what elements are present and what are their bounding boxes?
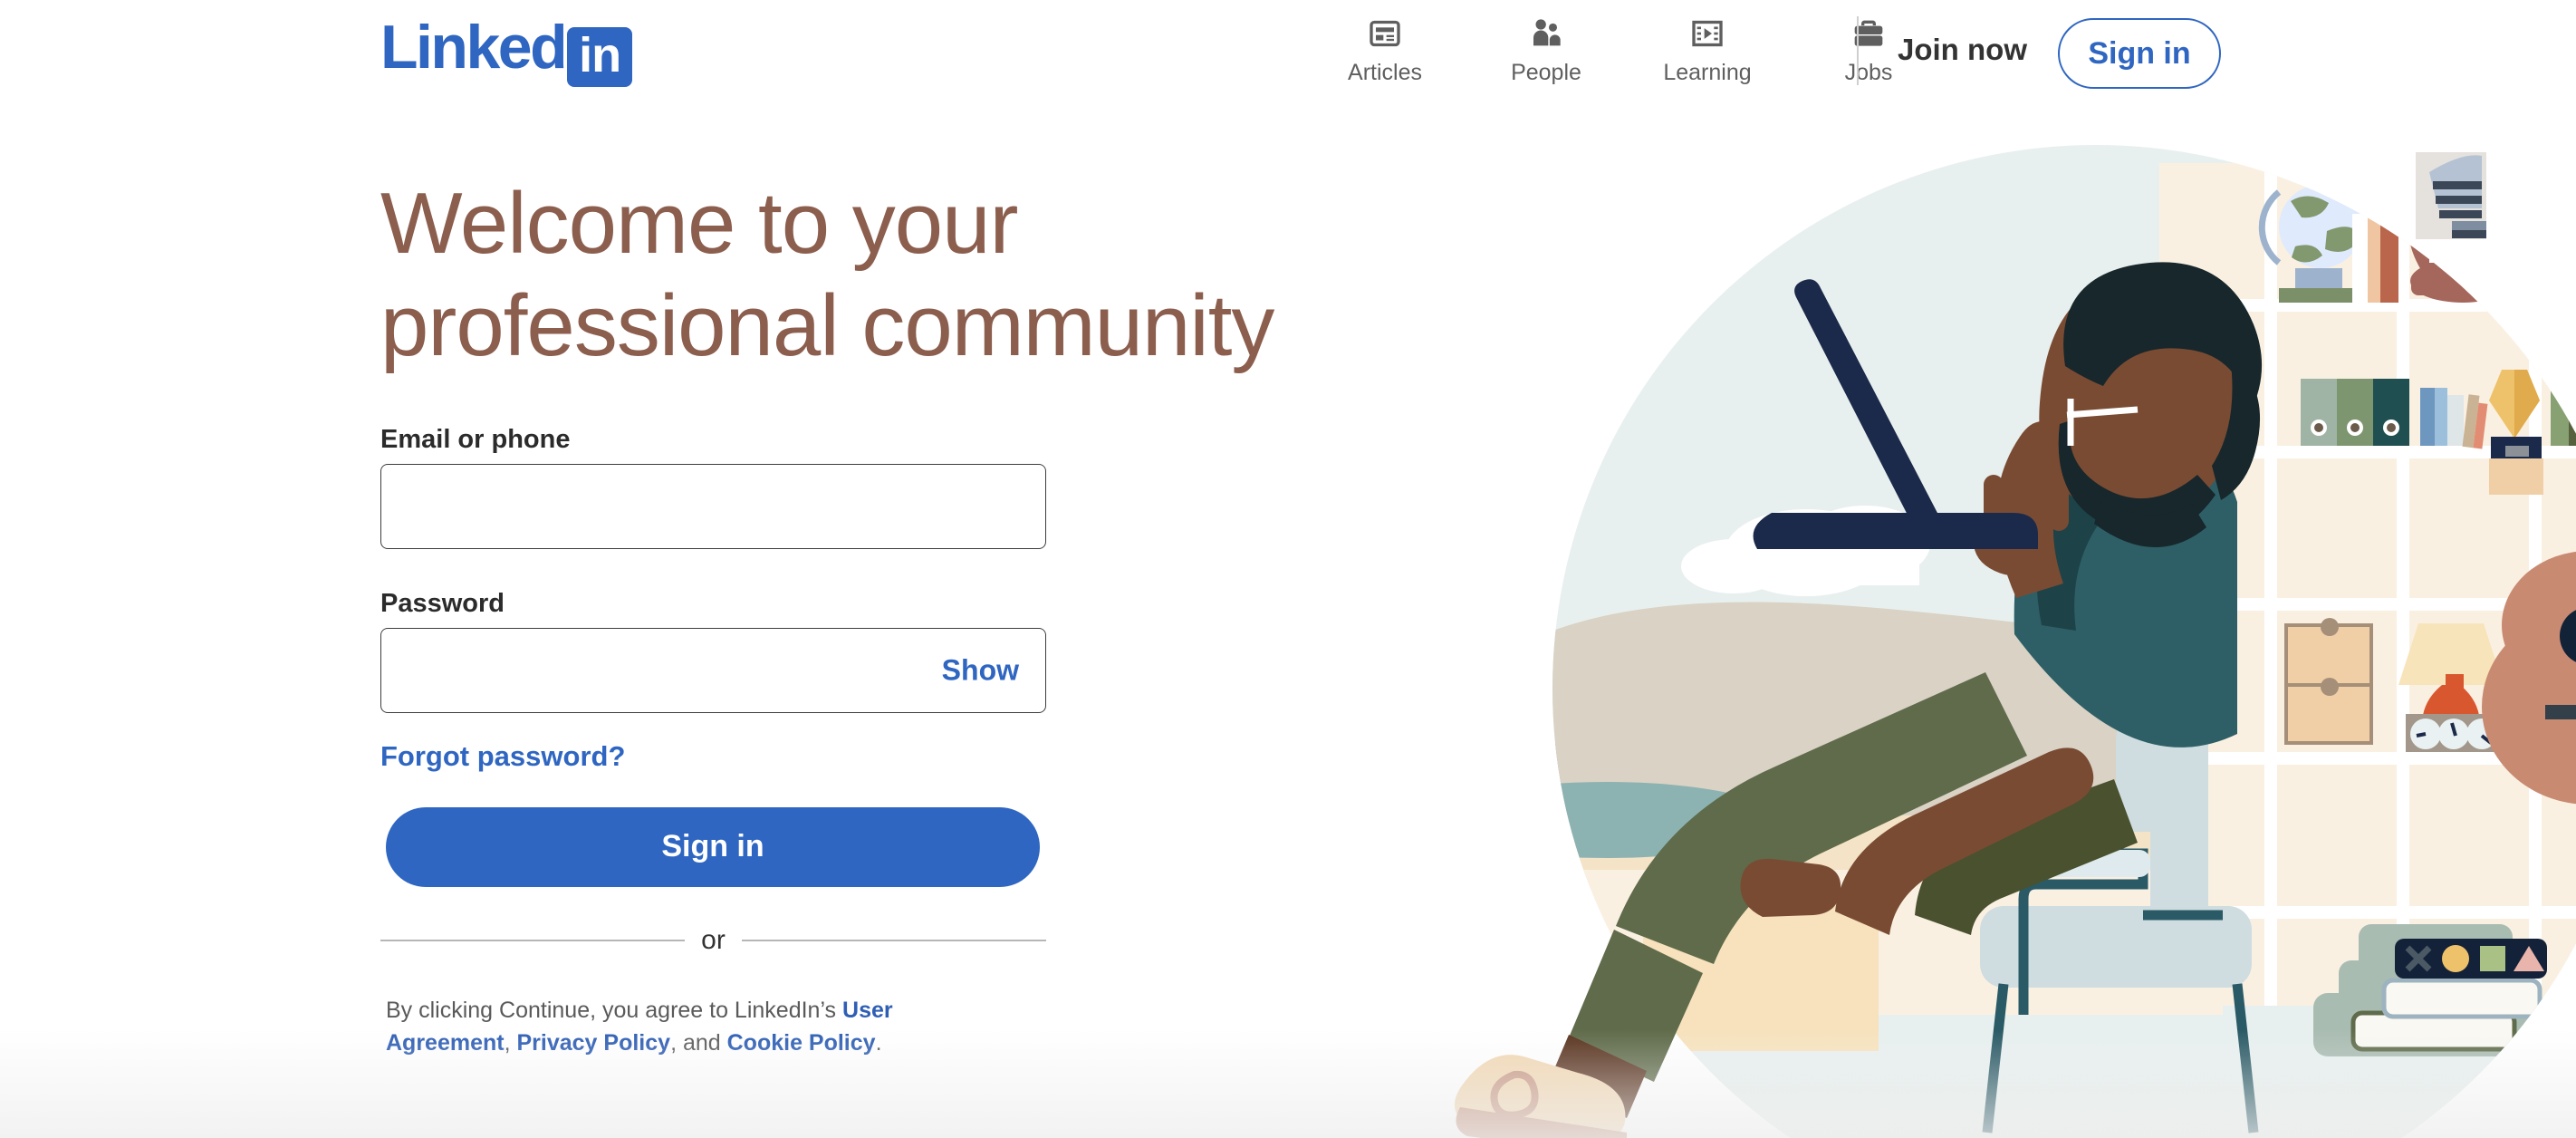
primary-nav: Articles People Learning Jobs <box>1331 13 1922 86</box>
password-field-wrap: Show <box>380 627 1046 713</box>
email-field-wrap <box>380 463 1046 549</box>
legal-comma-2: , and <box>670 1029 727 1056</box>
laptop <box>1753 279 2038 549</box>
nav-item-articles[interactable]: Articles <box>1331 13 1438 86</box>
hero-illustration <box>1455 145 2576 1138</box>
join-now-link[interactable]: Join now <box>1898 33 2027 67</box>
table-lamp <box>2398 623 2504 752</box>
binders <box>2301 379 2409 446</box>
cat <box>2408 206 2525 303</box>
email-field-label: Email or phone <box>380 424 571 454</box>
books-and-award <box>2420 370 2543 495</box>
legal-comma-1: , <box>504 1029 517 1056</box>
logo-in-badge: in <box>567 27 633 87</box>
learning-icon <box>1689 13 1725 54</box>
drawer-unit <box>2284 618 2373 745</box>
forgot-password-link[interactable]: Forgot password? <box>380 740 625 773</box>
people-icon <box>1528 13 1564 54</box>
header-sign-in-button[interactable]: Sign in <box>2058 18 2221 89</box>
book-stack <box>2313 924 2547 1056</box>
person-and-chair <box>1455 262 2263 1138</box>
password-field-label: Password <box>380 588 505 618</box>
page-headline: Welcome to your professional community <box>380 175 1274 375</box>
nav-label-people: People <box>1511 60 1581 85</box>
legal-period: . <box>875 1029 882 1056</box>
cookie-policy-link[interactable]: Cookie Policy <box>727 1030 876 1056</box>
sign-in-form: Email or phone Password Show Forgot pass… <box>380 425 1046 1060</box>
nav-label-articles: Articles <box>1348 60 1422 85</box>
jobs-icon <box>1850 13 1887 54</box>
guitar <box>2482 159 2576 805</box>
or-label: or <box>701 924 726 955</box>
privacy-policy-link[interactable]: Privacy Policy <box>517 1030 671 1056</box>
show-password-button[interactable]: Show <box>935 650 1026 690</box>
or-line-left <box>380 939 686 941</box>
nav-label-learning: Learning <box>1663 60 1752 85</box>
globe <box>2258 185 2362 303</box>
nav-item-learning[interactable]: Learning <box>1654 13 1761 86</box>
header-divider <box>1857 16 1859 85</box>
articles-icon <box>1367 13 1403 54</box>
picture-frame <box>2416 152 2487 263</box>
site-header: Linked in Articles People Learning Jobs … <box>0 0 2576 109</box>
email-input[interactable] <box>380 463 1046 549</box>
ball-tray <box>2406 714 2500 752</box>
legal-prefix: By clicking Continue, you agree to Linke… <box>386 997 843 1023</box>
linkedin-logo[interactable]: Linked in <box>380 13 633 87</box>
or-divider: or <box>380 925 1046 956</box>
or-line-right <box>741 939 1046 941</box>
legal-disclaimer: By clicking Continue, you agree to Linke… <box>386 994 1020 1060</box>
login-column: Welcome to your professional community E… <box>380 172 1286 1059</box>
linkedin-login-page: Linked in Articles People Learning Jobs … <box>0 0 2576 1138</box>
logo-wordmark: Linked <box>380 13 568 82</box>
sign-in-submit-button[interactable]: Sign in <box>386 806 1040 887</box>
nav-label-jobs: Jobs <box>1844 60 1893 85</box>
nav-item-people[interactable]: People <box>1493 13 1600 86</box>
